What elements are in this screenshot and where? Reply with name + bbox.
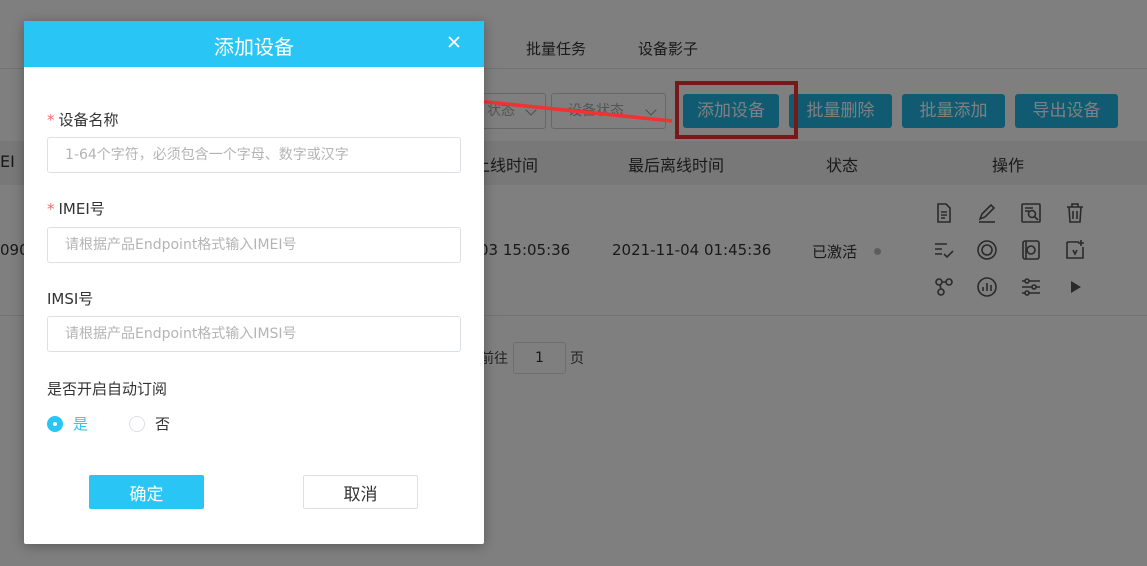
imei-label: * IMEI号 [47,198,105,219]
dialog-header: 添加设备 [24,21,484,67]
imsi-label-text: IMSI号 [47,290,94,308]
radio-no-label: 否 [155,415,171,433]
add-device-dialog: 添加设备 *设备名称 *IMEI号 IMSI号 是否开启自动订阅 是 否 确定 … [24,21,484,544]
required-mark: * [47,111,55,129]
device-name-label: * 设备名称 [47,109,119,130]
imsi-label: IMSI号 [47,288,93,309]
imsi-input[interactable] [47,316,461,352]
radio-no[interactable]: 否 [129,413,170,434]
radio-unchecked-icon [129,415,145,432]
device-name-input[interactable] [47,137,461,173]
imei-input[interactable] [47,227,461,263]
required-mark: * [47,200,55,218]
device-name-label-text: 设备名称 [58,111,119,129]
imei-label-text: IMEI号 [58,200,105,218]
close-icon[interactable] [444,32,464,52]
cancel-button[interactable]: 取消 [303,475,418,509]
radio-yes-label: 是 [73,415,89,433]
confirm-button[interactable]: 确定 [89,475,204,509]
radio-checked-icon [47,415,63,432]
dialog-title: 添加设备 [214,35,294,59]
auto-subscribe-label: 是否开启自动订阅 [47,380,168,398]
radio-yes[interactable]: 是 [47,413,88,434]
